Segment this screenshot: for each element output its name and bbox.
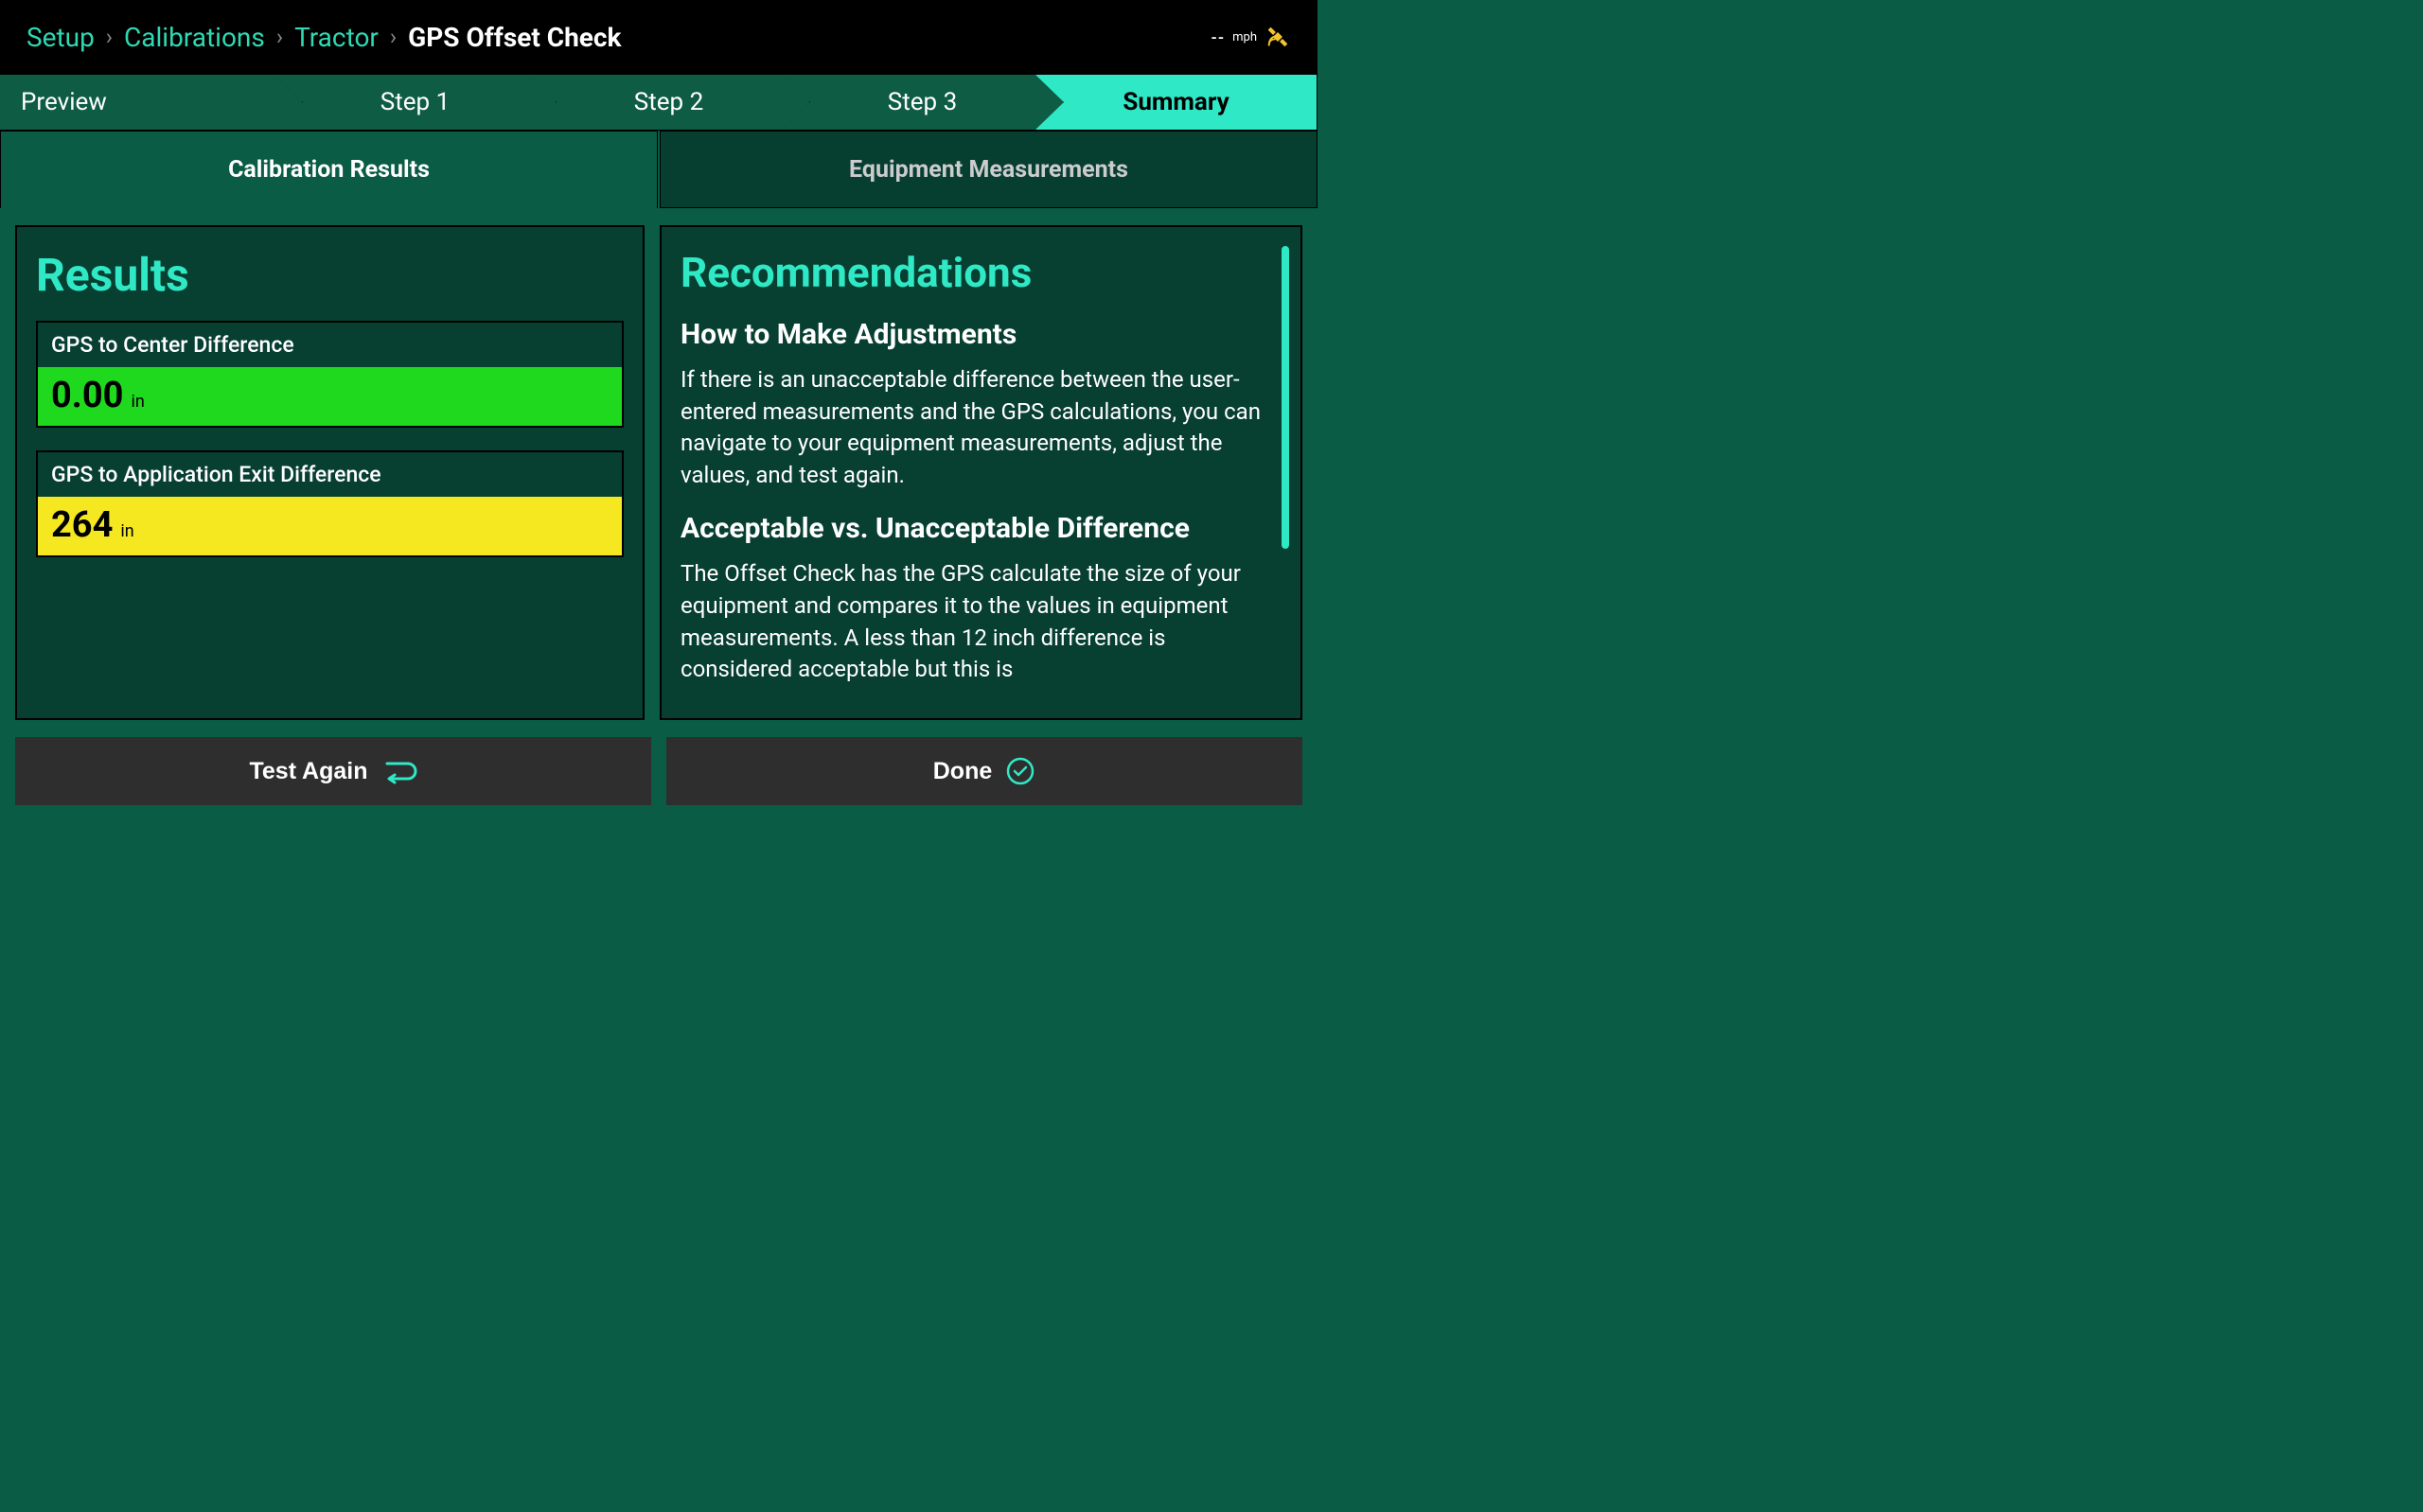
results-panel: Results GPS to Center Difference 0.00 in…: [15, 225, 645, 720]
status-area: -- mph: [1212, 24, 1291, 50]
scrollbar-thumb[interactable]: [1282, 246, 1289, 549]
chevron-right-icon: ›: [276, 24, 283, 50]
result-label: GPS to Application Exit Difference: [38, 452, 622, 497]
breadcrumb-setup[interactable]: Setup: [27, 22, 95, 53]
subtab-label: Calibration Results: [228, 156, 430, 184]
step-tab-2[interactable]: Step 2: [528, 75, 810, 130]
speed-value: --: [1212, 28, 1226, 46]
satellite-icon: [1265, 24, 1291, 50]
result-value-bar: 264 in: [38, 497, 622, 555]
chevron-right-icon: ›: [390, 24, 397, 50]
subtab-equipment-measurements[interactable]: Equipment Measurements: [660, 131, 1318, 208]
subtab-calibration-results[interactable]: Calibration Results: [0, 131, 658, 208]
breadcrumb-current: GPS Offset Check: [408, 22, 621, 53]
recommendations-title: Recommendations: [681, 248, 1268, 297]
result-value: 264: [51, 504, 113, 546]
speed-unit: mph: [1232, 30, 1257, 44]
step-label: Summary: [1123, 88, 1229, 116]
result-item-gps-center: GPS to Center Difference 0.00 in: [36, 321, 624, 428]
step-tab-summary[interactable]: Summary: [1035, 75, 1318, 130]
recommendations-heading: How to Make Adjustments: [681, 318, 1268, 351]
steps-row: Preview Step 1 Step 2 Step 3 Summary: [0, 74, 1318, 131]
step-label: Step 1: [380, 88, 450, 116]
result-item-gps-app-exit: GPS to Application Exit Difference 264 i…: [36, 450, 624, 557]
test-again-button[interactable]: Test Again: [15, 737, 651, 805]
breadcrumb-tractor[interactable]: Tractor: [294, 22, 379, 53]
breadcrumb: Setup › Calibrations › Tractor › GPS Off…: [27, 22, 621, 53]
recommendations-heading: Acceptable vs. Unacceptable Difference: [681, 512, 1268, 545]
done-button[interactable]: Done: [666, 737, 1302, 805]
result-unit: in: [131, 392, 144, 412]
step-tab-preview[interactable]: Preview: [0, 75, 303, 130]
step-tab-1[interactable]: Step 1: [274, 75, 557, 130]
step-label: Preview: [21, 88, 107, 116]
check-circle-icon: [1005, 756, 1035, 786]
results-title: Results: [36, 248, 624, 302]
step-label: Step 3: [888, 88, 957, 116]
result-value-bar: 0.00 in: [38, 367, 622, 426]
recommendations-panel: Recommendations How to Make Adjustments …: [660, 225, 1302, 720]
retry-icon: [381, 758, 417, 784]
recommendations-body: If there is an unacceptable difference b…: [681, 364, 1268, 491]
top-bar: Setup › Calibrations › Tractor › GPS Off…: [0, 0, 1318, 74]
result-label: GPS to Center Difference: [38, 323, 622, 367]
step-label: Step 2: [634, 88, 703, 116]
step-tab-3[interactable]: Step 3: [782, 75, 1064, 130]
bottom-bar: Test Again Done: [15, 737, 1302, 805]
button-label: Test Again: [249, 758, 367, 785]
button-label: Done: [933, 758, 993, 785]
content-area: Results GPS to Center Difference 0.00 in…: [0, 208, 1318, 720]
chevron-right-icon: ›: [106, 24, 113, 50]
recommendations-body: The Offset Check has the GPS calculate t…: [681, 558, 1268, 685]
breadcrumb-calibrations[interactable]: Calibrations: [124, 22, 265, 53]
result-value: 0.00: [51, 375, 123, 416]
subtabs-row: Calibration Results Equipment Measuremen…: [0, 131, 1318, 208]
result-unit: in: [120, 521, 133, 541]
scrollbar[interactable]: [1282, 246, 1289, 568]
subtab-label: Equipment Measurements: [849, 156, 1128, 184]
